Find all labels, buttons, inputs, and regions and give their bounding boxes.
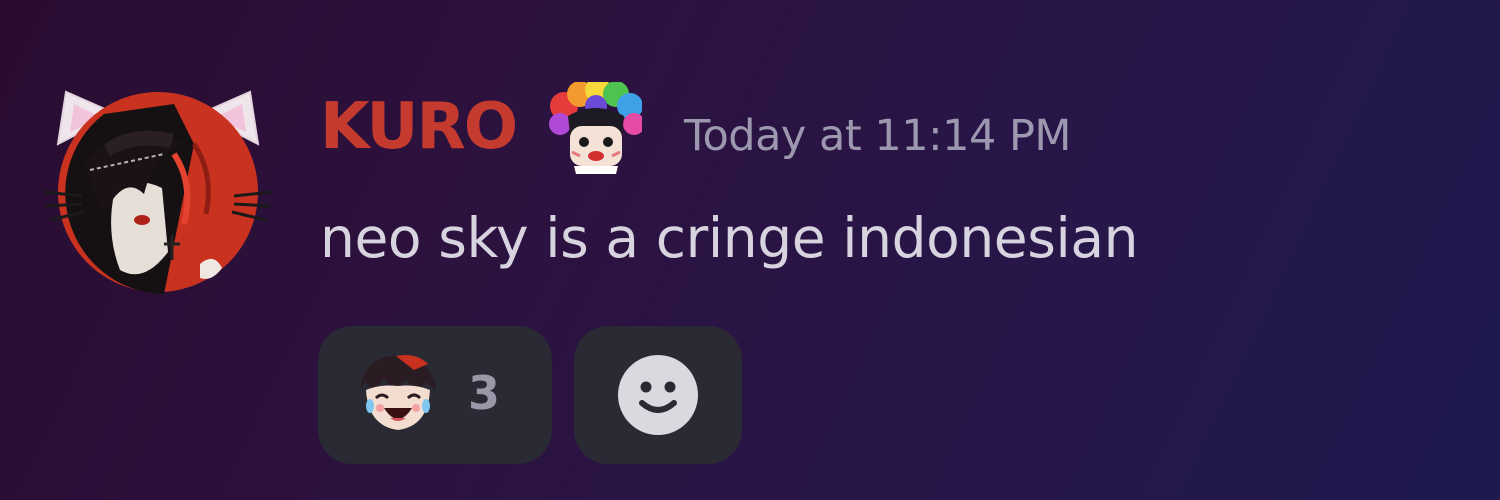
laughing-character-emoji-icon: [356, 352, 438, 434]
reaction-button[interactable]: 3: [318, 326, 552, 464]
message-content: neo sky is a cringe indonesian: [320, 206, 1139, 270]
reaction-count: 3: [468, 366, 501, 420]
avatar[interactable]: [44, 84, 272, 296]
chat-message: KURO Today at 11:14 PM neo sky is a crin…: [0, 0, 1500, 500]
add-reaction-button[interactable]: [574, 326, 742, 464]
rainbow-hair-emoji-icon[interactable]: [548, 82, 642, 174]
avatar-icon: [44, 90, 272, 294]
smiley-face-icon: [618, 355, 698, 435]
username[interactable]: KURO: [320, 82, 518, 172]
timestamp[interactable]: Today at 11:14 PM: [684, 108, 1072, 164]
